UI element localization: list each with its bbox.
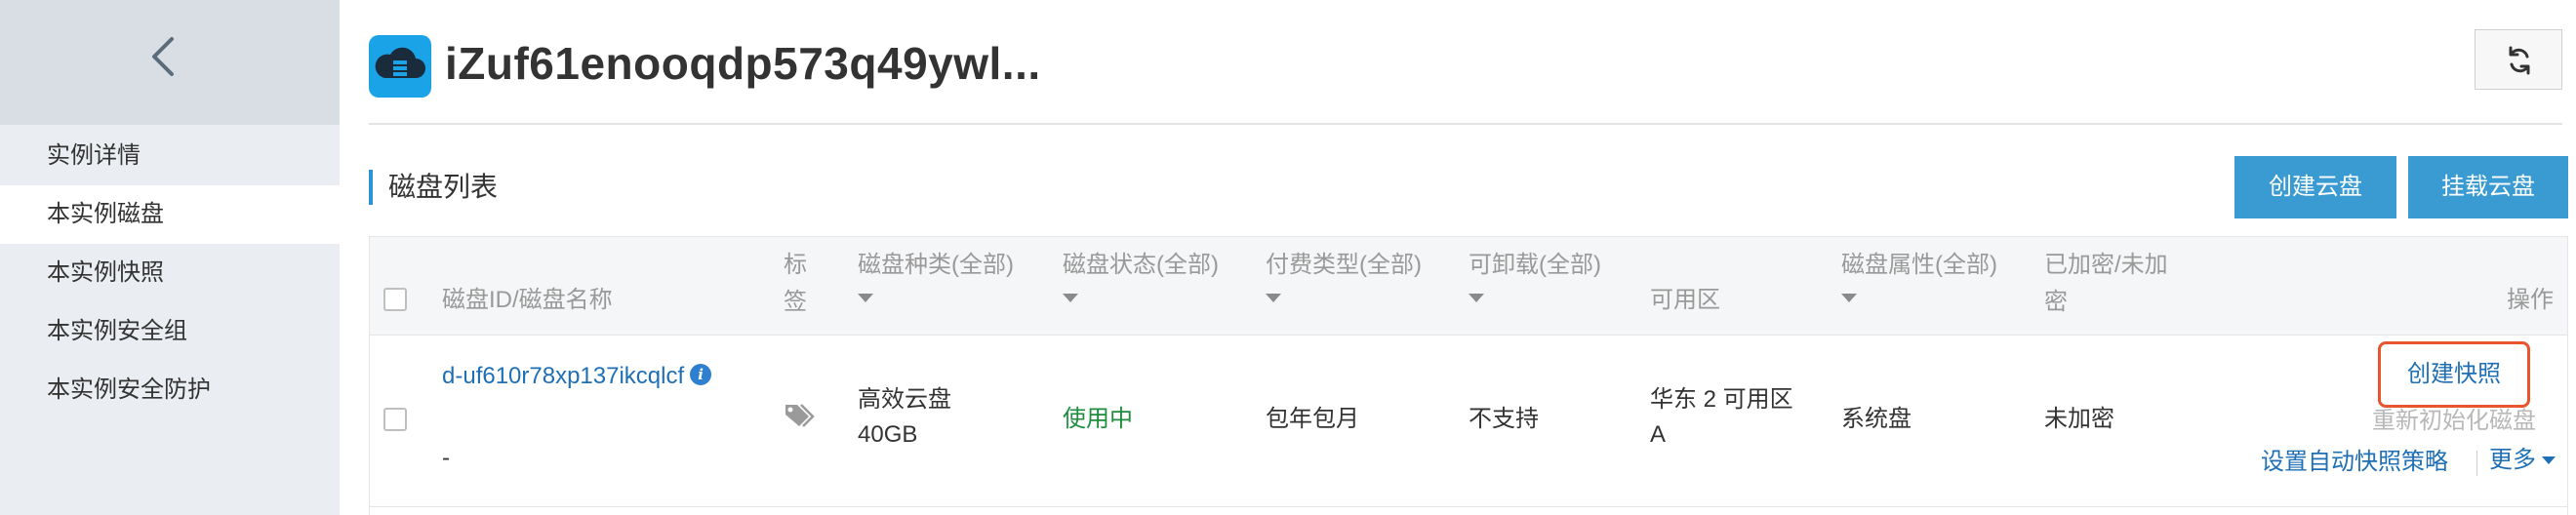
section-accent-bar	[369, 170, 373, 205]
disk-type-cell: 高效云盘 40GB	[858, 382, 951, 453]
disk-status: 使用中	[1063, 406, 1133, 432]
more-menu[interactable]: 更多	[2489, 443, 2556, 478]
more-label: 更多	[2489, 447, 2536, 473]
header-zone: 可用区	[1650, 287, 1720, 313]
chevron-down-icon	[2542, 456, 2556, 464]
refresh-button[interactable]	[2475, 29, 2562, 90]
sidebar-item-instance-details[interactable]: 实例详情	[0, 127, 340, 185]
sidebar-menu: 实例详情 本实例磁盘 本实例快照 本实例安全组 本实例安全防护	[0, 127, 340, 419]
disk-attribute: 系统盘	[1841, 406, 1912, 432]
header-encrypted-line1: 已加密/未加	[2044, 252, 2168, 278]
header-actions: 操作	[2507, 287, 2554, 313]
detachable-value: 不支持	[1469, 406, 1539, 432]
disk-id-cell: d-uf610r78xp137ikcqlcf i	[442, 359, 712, 394]
sidebar-header	[0, 0, 340, 125]
info-icon[interactable]: i	[690, 364, 712, 385]
header-attribute-label: 磁盘属性(全部)	[1841, 252, 1997, 278]
sidebar-item-security-groups[interactable]: 本实例安全组	[0, 302, 340, 361]
filter-caret-icon[interactable]	[1063, 294, 1078, 302]
table-header: 磁盘ID/磁盘名称 标 签 磁盘种类(全部) 磁盘状态(全部) 付费类型(全部)…	[370, 236, 2567, 336]
disk-table: 磁盘ID/磁盘名称 标 签 磁盘种类(全部) 磁盘状态(全部) 付费类型(全部)…	[369, 236, 2568, 515]
header-billing: 付费类型(全部)	[1266, 247, 1422, 302]
filter-caret-icon[interactable]	[1266, 294, 1281, 302]
create-snapshot-label: 创建快照	[2407, 361, 2501, 387]
header-disk-id: 磁盘ID/磁盘名称	[442, 287, 613, 313]
header-tag-line1: 标	[784, 252, 807, 278]
zone-line1: 华东 2 可用区	[1650, 386, 1793, 413]
header-disk-type: 磁盘种类(全部)	[858, 247, 1014, 302]
filter-caret-icon[interactable]	[1469, 294, 1484, 302]
section-title: 磁盘列表	[388, 172, 499, 202]
chevron-left-icon[interactable]	[146, 35, 181, 78]
action-separator	[2476, 451, 2477, 476]
header-tag-line2: 签	[784, 289, 807, 315]
header-attribute: 磁盘属性(全部)	[1841, 247, 1997, 302]
disk-id-link[interactable]: d-uf610r78xp137ikcqlcf	[442, 363, 684, 389]
select-all-checkbox[interactable]	[383, 288, 407, 311]
filter-caret-icon[interactable]	[1841, 294, 1857, 302]
page-title: iZuf61enooqdp573q49ywl...	[445, 38, 1041, 89]
header-billing-label: 付费类型(全部)	[1266, 252, 1422, 278]
disk-size: 40GB	[858, 421, 918, 448]
header-encrypted: 已加密/未加 密	[2044, 247, 2168, 321]
zone-line2: A	[1650, 421, 1667, 448]
cloud-server-icon	[369, 35, 431, 98]
header-disk-status: 磁盘状态(全部)	[1063, 247, 1219, 302]
filter-caret-icon[interactable]	[858, 294, 873, 302]
table-row: d-uf610r78xp137ikcqlcf i - 高效云盘 40GB 使用中 …	[370, 336, 2567, 507]
create-disk-button[interactable]: 创建云盘	[2234, 156, 2396, 218]
attach-disk-button[interactable]: 挂载云盘	[2408, 156, 2568, 218]
header-detachable-label: 可卸载(全部)	[1469, 252, 1601, 278]
billing-type: 包年包月	[1266, 406, 1359, 432]
header-disk-type-label: 磁盘种类(全部)	[858, 252, 1014, 278]
row-select-checkbox[interactable]	[383, 408, 407, 431]
sidebar-item-instance-snapshots[interactable]: 本实例快照	[0, 244, 340, 302]
header-divider	[369, 123, 2562, 125]
encryption-status: 未加密	[2044, 406, 2114, 432]
sidebar-item-security-protection[interactable]: 本实例安全防护	[0, 361, 340, 419]
disk-name: -	[442, 445, 450, 471]
create-snapshot-button[interactable]: 创建快照	[2378, 341, 2530, 408]
reinit-disk-action: 重新初始化磁盘	[2372, 408, 2536, 434]
tag-icon[interactable]	[784, 402, 815, 440]
header-disk-status-label: 磁盘状态(全部)	[1063, 252, 1219, 278]
disk-type: 高效云盘	[858, 386, 951, 413]
header-detachable: 可卸载(全部)	[1469, 247, 1601, 302]
zone-cell: 华东 2 可用区 A	[1650, 382, 1793, 453]
header-encrypted-line2: 密	[2044, 289, 2068, 315]
auto-snapshot-policy-link[interactable]: 设置自动快照策略	[2261, 445, 2448, 480]
sidebar: 实例详情 本实例磁盘 本实例快照 本实例安全组 本实例安全防护	[0, 0, 340, 515]
header-tag: 标 签	[784, 247, 807, 321]
refresh-icon	[2509, 46, 2530, 75]
sidebar-item-instance-disks[interactable]: 本实例磁盘	[0, 185, 340, 244]
